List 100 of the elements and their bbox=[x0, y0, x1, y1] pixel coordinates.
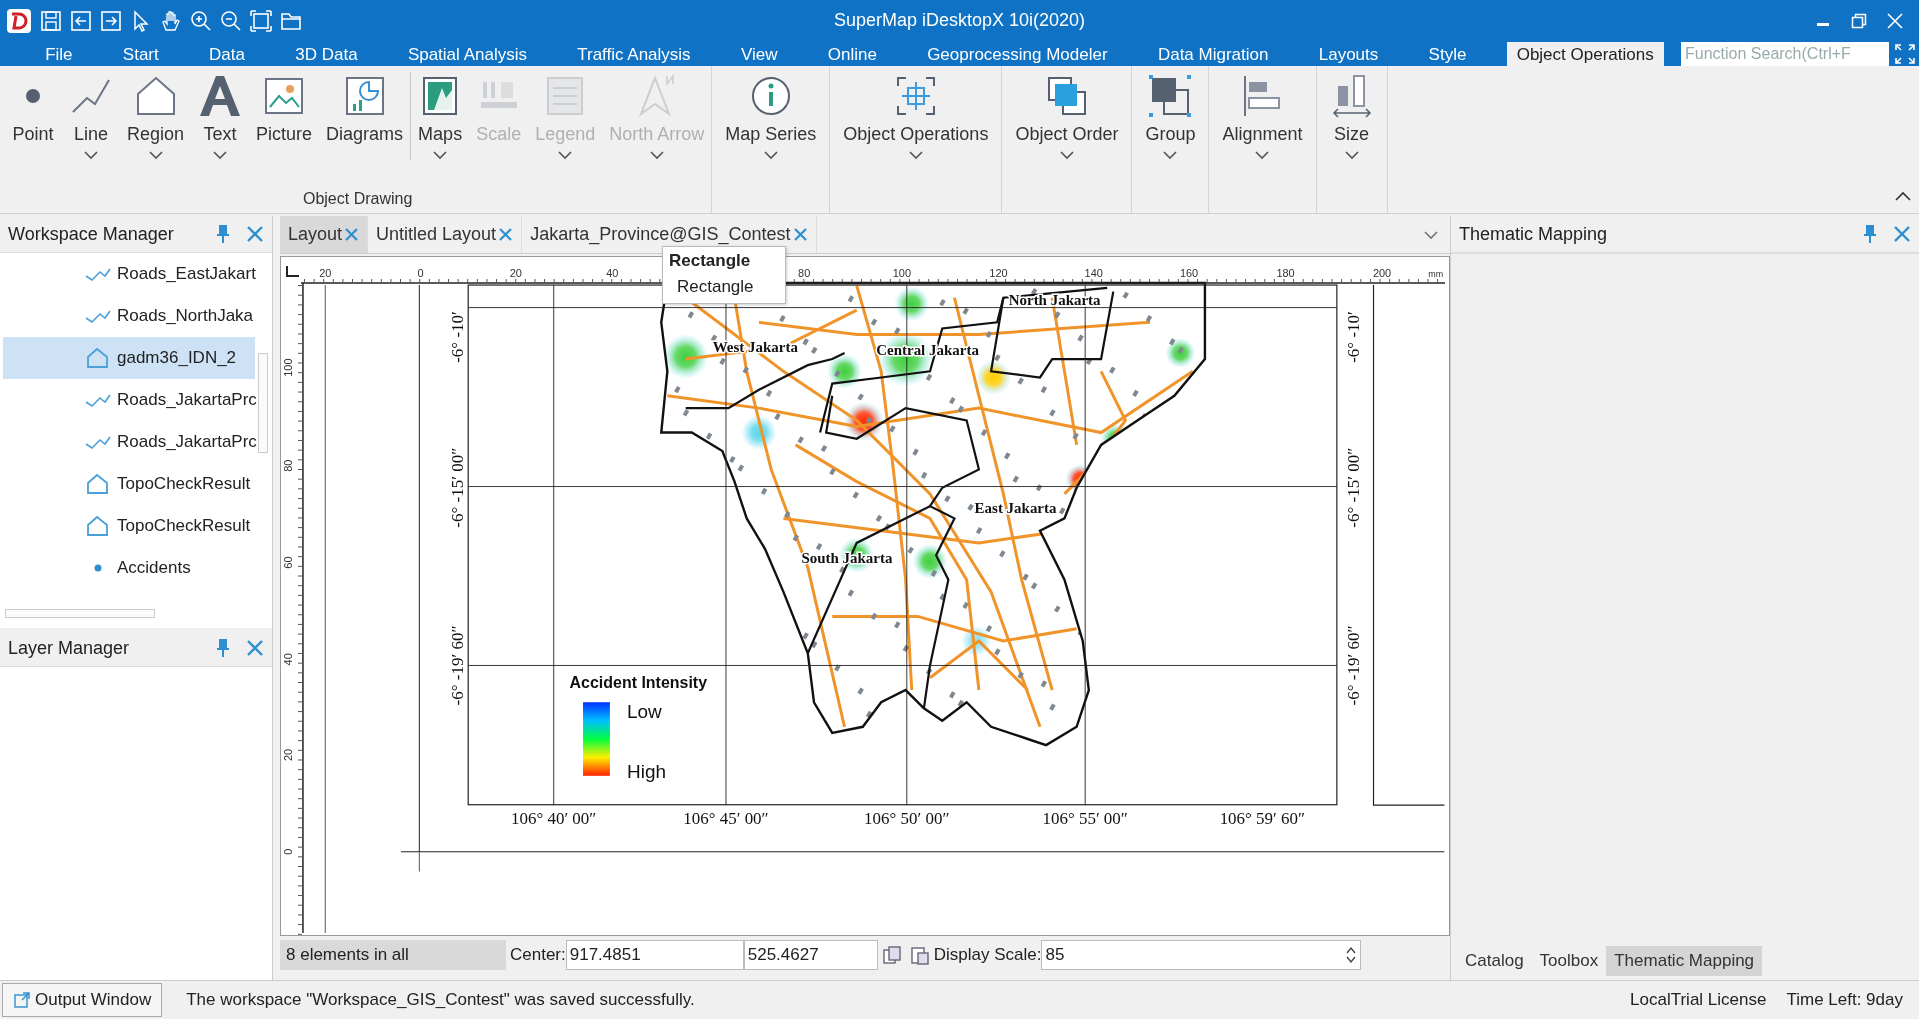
ribbon-tool-button[interactable]: Point bbox=[4, 66, 62, 190]
fit-view-icon[interactable] bbox=[250, 10, 272, 32]
display-scale-field[interactable]: 85 bbox=[1041, 940, 1362, 970]
menu-tab[interactable]: Style bbox=[1418, 42, 1477, 66]
close-icon[interactable] bbox=[344, 227, 360, 242]
menu-tab[interactable]: File bbox=[35, 42, 83, 66]
document-tab[interactable]: Layout bbox=[280, 216, 369, 253]
workspace-item[interactable]: Accidents bbox=[0, 547, 255, 589]
close-icon[interactable] bbox=[792, 227, 808, 242]
line-layer-icon bbox=[85, 392, 111, 408]
scrollbar-thumb[interactable] bbox=[258, 353, 268, 453]
paste-icon[interactable] bbox=[909, 945, 930, 965]
spinner-icon[interactable] bbox=[1345, 945, 1358, 965]
menu-tab[interactable]: Object Operations bbox=[1506, 42, 1664, 66]
menu-tab[interactable]: Online bbox=[817, 42, 887, 66]
region-layer-icon bbox=[85, 347, 111, 369]
pin-icon[interactable] bbox=[216, 224, 230, 244]
menu-tab[interactable]: Traffic Analysis bbox=[567, 42, 701, 66]
menu-tab[interactable]: Start bbox=[112, 42, 169, 66]
ribbon-tool-button[interactable]: Text bbox=[191, 66, 250, 190]
ruler-label: 100 bbox=[892, 267, 912, 280]
output-window-icon bbox=[13, 991, 31, 1009]
output-window-button[interactable]: Output Window bbox=[2, 983, 163, 1017]
workspace-item[interactable]: gadm36_IDN_2 bbox=[3, 337, 255, 379]
menu-tab[interactable]: Layouts bbox=[1308, 42, 1389, 66]
copy-icon[interactable] bbox=[881, 945, 902, 965]
menu-tab[interactable]: Data Migration bbox=[1147, 42, 1279, 66]
ribbon-tool-button[interactable]: Size bbox=[1322, 66, 1381, 185]
ribbon-tool-button[interactable]: Object Order bbox=[1008, 66, 1126, 185]
panel-title: Layer Manager bbox=[8, 637, 131, 659]
caret-icon bbox=[1424, 230, 1438, 240]
menu-tab[interactable]: Geoprocessing Modeler bbox=[917, 42, 1118, 66]
menu-tab[interactable]: Data bbox=[199, 42, 255, 66]
ribbon-tool-button[interactable]: Alignment bbox=[1215, 66, 1310, 185]
legend-title: Accident Intensity bbox=[569, 673, 708, 691]
region-layer-icon bbox=[85, 473, 111, 495]
line-layer-icon bbox=[85, 434, 111, 450]
workspace-item[interactable]: TopoCheckResult bbox=[0, 505, 255, 547]
line-layer-icon bbox=[85, 266, 111, 282]
app-logo-icon bbox=[6, 8, 32, 34]
menu-tab[interactable]: Spatial Analysis bbox=[397, 42, 537, 66]
ribbon-tool-button[interactable]: Diagrams bbox=[319, 66, 411, 190]
ruler-label: 20 bbox=[319, 267, 332, 280]
fullscreen-icon[interactable] bbox=[1895, 44, 1915, 64]
ruler-label: 20 bbox=[509, 267, 522, 280]
workspace-item[interactable]: Roads_NorthJaka bbox=[0, 295, 255, 337]
zoom-in-icon[interactable] bbox=[190, 10, 212, 32]
ribbon-tool-button[interactable]: Object Operations bbox=[836, 66, 996, 185]
ribbon-tool-button[interactable]: Picture bbox=[249, 66, 320, 190]
tooltip-title: Rectangle bbox=[669, 251, 751, 270]
ruler-label: 140 bbox=[1084, 267, 1103, 280]
longitude-label: 106° 40′ 00″ bbox=[511, 808, 597, 828]
ruler-label: 80 bbox=[282, 459, 294, 472]
menu-tab[interactable]: 3D Data bbox=[285, 42, 368, 66]
ribbon-tool-button[interactable]: Line bbox=[62, 66, 120, 190]
close-icon[interactable] bbox=[246, 225, 264, 243]
workspace-item[interactable]: TopoCheckResult bbox=[0, 463, 255, 505]
workspace-item[interactable]: Roads_EastJakart bbox=[0, 253, 256, 295]
latitude-label: -6° -15′ 00″ bbox=[448, 447, 468, 528]
longitude-label: 106° 55′ 00″ bbox=[1042, 808, 1128, 828]
ribbon-tool-button[interactable]: Map Series bbox=[718, 66, 824, 185]
workspace-item[interactable]: Roads_JakartaPrc bbox=[0, 379, 257, 421]
center-x-field[interactable]: 917.4851 bbox=[565, 940, 744, 970]
panel-title: Workspace Manager bbox=[8, 223, 175, 245]
pin-icon[interactable] bbox=[1863, 224, 1877, 244]
status-message: The workspace "Workspace_GIS_Contest" was saved successfully. bbox=[186, 990, 696, 1010]
pin-icon[interactable] bbox=[216, 638, 230, 658]
ruler-label: 20 bbox=[282, 748, 294, 762]
scrollbar-thumb[interactable] bbox=[5, 609, 155, 618]
ruler-label: 40 bbox=[606, 267, 619, 280]
panel-tab[interactable]: Catalog bbox=[1457, 946, 1532, 976]
latitude-label: -6° -10′ bbox=[1343, 311, 1363, 363]
menu-tab[interactable]: View bbox=[730, 42, 788, 66]
workspace-item[interactable]: Roads_JakartaPrc bbox=[0, 421, 257, 463]
folder-icon[interactable] bbox=[280, 10, 302, 32]
zoom-out-icon[interactable] bbox=[220, 10, 242, 32]
close-icon[interactable] bbox=[246, 639, 264, 657]
ruler-unit: mm bbox=[1428, 269, 1444, 280]
ruler-label: 160 bbox=[1179, 267, 1199, 280]
panel-tab[interactable]: Toolbox bbox=[1531, 946, 1607, 976]
save-icon[interactable] bbox=[40, 10, 62, 32]
close-icon[interactable] bbox=[1893, 225, 1911, 243]
collapse-ribbon-icon[interactable] bbox=[1895, 191, 1911, 201]
ribbon-tool-button[interactable]: Region bbox=[120, 66, 192, 190]
latitude-label: -6° -15′ 00″ bbox=[1343, 447, 1363, 528]
window-title: SuperMap iDesktopX 10i(2020) bbox=[833, 10, 1086, 31]
ribbon-tool-button[interactable]: Maps bbox=[411, 66, 470, 160]
back-icon[interactable] bbox=[70, 10, 92, 32]
forward-icon[interactable] bbox=[100, 10, 122, 32]
element-count: 8 elements in all bbox=[286, 945, 409, 965]
center-y-field[interactable]: 525.4627 bbox=[743, 940, 878, 970]
map-label: East Jakarta bbox=[974, 500, 1057, 517]
hand-icon[interactable] bbox=[160, 10, 182, 32]
restore-icon[interactable] bbox=[1851, 13, 1867, 29]
time-left-label: Time Left: 9day bbox=[1786, 990, 1903, 1010]
ribbon-tool-button[interactable]: Group bbox=[1138, 66, 1203, 185]
panel-tab[interactable]: Thematic Mapping bbox=[1606, 946, 1763, 976]
close-icon[interactable] bbox=[498, 227, 514, 242]
function-search-field[interactable]: Function Search(Ctrl+F bbox=[1681, 42, 1889, 66]
ruler-label: 0 bbox=[282, 848, 294, 855]
